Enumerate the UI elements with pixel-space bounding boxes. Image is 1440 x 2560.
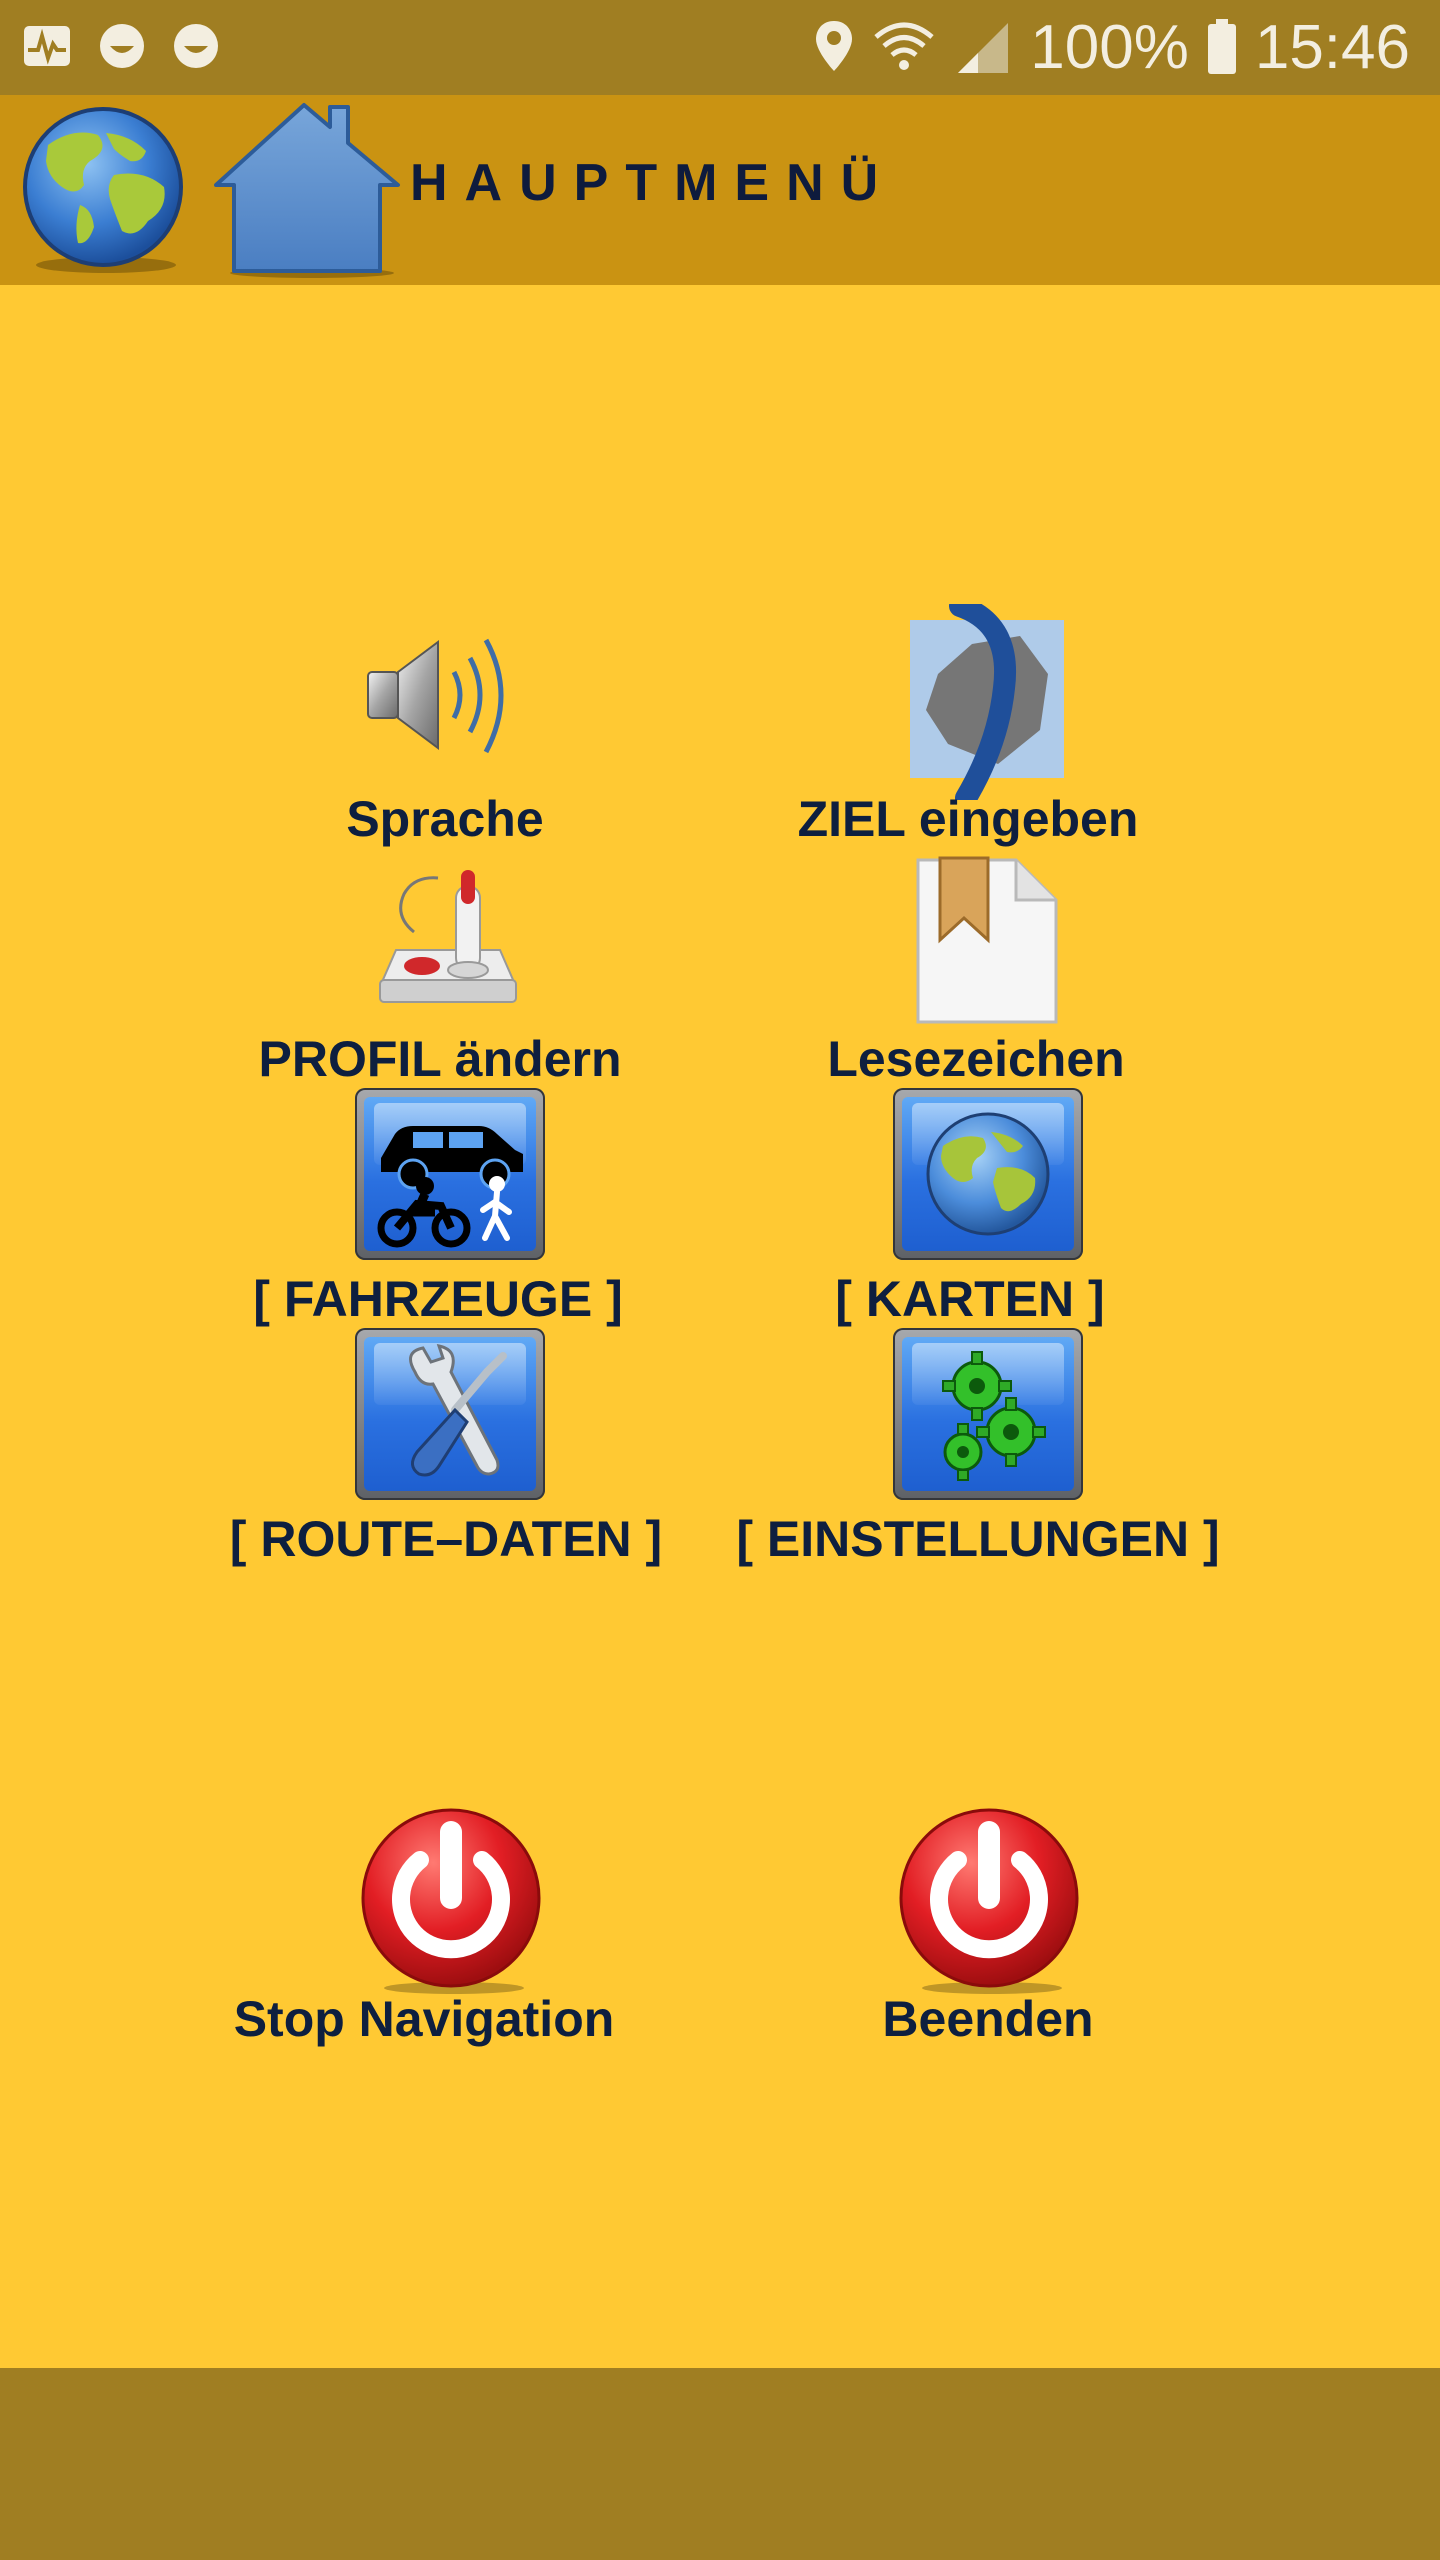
wifi-icon: [874, 22, 934, 70]
speaker-icon[interactable]: [358, 620, 534, 770]
navigation-bar: [0, 2368, 1440, 2560]
bookmark-icon[interactable]: [912, 854, 1062, 1028]
page-title: HAUPTMENÜ: [410, 154, 896, 212]
power-icon[interactable]: [894, 1806, 1084, 1996]
karten-label[interactable]: [ KARTEN ]: [835, 1270, 1104, 1328]
power-icon[interactable]: [356, 1806, 546, 1996]
beenden-label[interactable]: Beenden: [882, 1990, 1093, 2048]
smiley-icon: [100, 24, 144, 68]
maps-globe-icon[interactable]: [893, 1088, 1083, 1260]
clock: 15:46: [1254, 12, 1410, 82]
tools-icon[interactable]: [355, 1328, 545, 1500]
sprache-label[interactable]: Sprache: [346, 790, 543, 848]
home-icon[interactable]: [212, 99, 402, 279]
destination-icon[interactable]: [908, 604, 1068, 800]
battery-percentage: 100%: [1030, 12, 1189, 82]
signal-icon: [958, 23, 1009, 73]
ziel-eingeben-label[interactable]: ZIEL eingeben: [798, 790, 1139, 848]
stop-navigation-label[interactable]: Stop Navigation: [234, 1990, 615, 2048]
battery-icon: [1207, 19, 1236, 74]
status-bar: 100% 15:46: [0, 0, 1440, 95]
gears-icon[interactable]: [893, 1328, 1083, 1500]
smiley-icon: [174, 24, 218, 68]
globe-icon[interactable]: [18, 105, 188, 275]
app-bar: HAUPTMENÜ: [0, 95, 1440, 285]
vehicles-icon[interactable]: [355, 1088, 545, 1260]
fahrzeuge-label[interactable]: [ FAHRZEUGE ]: [253, 1270, 622, 1328]
location-icon: [816, 21, 853, 71]
profil-aendern-label[interactable]: PROFIL ändern: [258, 1030, 621, 1088]
einstellungen-label[interactable]: [ EINSTELLUNGEN ]: [736, 1510, 1219, 1568]
activity-icon: [24, 26, 70, 66]
lesezeichen-label[interactable]: Lesezeichen: [827, 1030, 1124, 1088]
route-daten-label[interactable]: [ ROUTE–DATEN ]: [230, 1510, 662, 1568]
joystick-icon[interactable]: [374, 862, 522, 1014]
